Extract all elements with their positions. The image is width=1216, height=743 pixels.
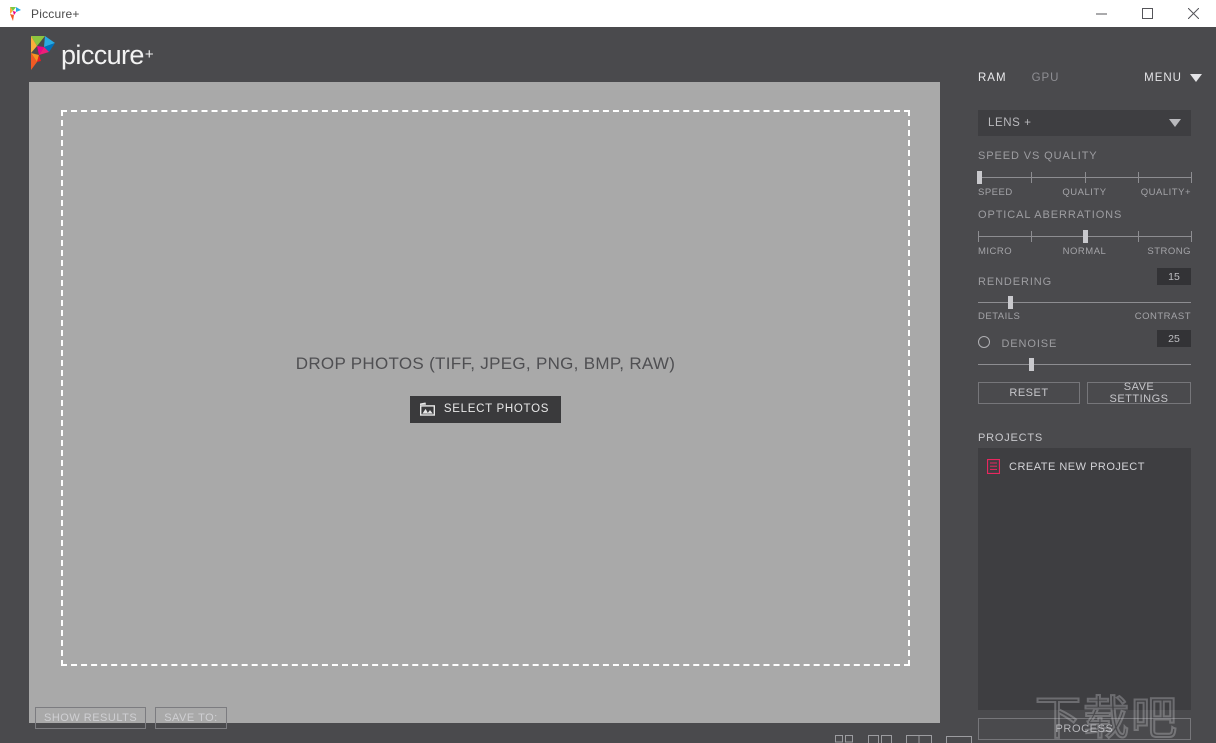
slider-knob[interactable] <box>1007 296 1013 309</box>
projects-list: CREATE NEW PROJECT <box>978 448 1191 710</box>
save-to-button[interactable]: SAVE TO: <box>155 707 227 729</box>
slider-knob[interactable] <box>1082 230 1088 243</box>
denoise-group: DENOISE 25 <box>978 330 1191 371</box>
save-settings-button[interactable]: SAVE SETTINGS <box>1087 381 1191 405</box>
piccure-application-window: Piccure+ piccure + DROP PHOTOS (TIFF, JP… <box>0 0 1216 743</box>
speed-vs-quality-ticks: SPEED QUALITY QUALITY+ <box>978 187 1191 199</box>
slider-tick <box>1137 172 1139 183</box>
new-project-icon <box>987 459 1000 474</box>
tick-label: QUALITY+ <box>1140 187 1191 198</box>
chevron-down-icon <box>1169 119 1181 127</box>
menu-label: MENU <box>1144 72 1182 84</box>
speed-vs-quality-slider[interactable] <box>977 171 1192 184</box>
rendering-endpoints: DETAILS CONTRAST <box>978 311 1191 323</box>
canvas-bottom-toolbar: SHOW RESULTS SAVE TO: <box>35 707 227 729</box>
tab-gpu[interactable]: GPU <box>1032 72 1060 84</box>
menu-button[interactable]: MENU <box>1144 72 1208 84</box>
minimize-button[interactable] <box>1078 1 1124 27</box>
denoise-slider[interactable] <box>978 358 1191 371</box>
slider-tick <box>1031 172 1033 183</box>
lens-dropdown[interactable]: LENS + <box>978 110 1191 136</box>
piccure-logo-icon <box>28 35 58 71</box>
slider-knob[interactable] <box>977 171 982 184</box>
tab-ram[interactable]: RAM <box>978 72 1007 84</box>
lens-dropdown-value: LENS + <box>988 117 1032 129</box>
tick-label: QUALITY <box>1062 187 1107 198</box>
rendering-group: RENDERING 15 DETAILS CONTRAST <box>978 268 1191 323</box>
slider-tick <box>1084 172 1086 183</box>
window-titlebar: Piccure+ <box>0 0 1216 28</box>
slider-tick <box>1191 231 1192 242</box>
optical-aberrations-group: OPTICAL ABERRATIONS MICRO NORMAL STRONG <box>978 209 1192 258</box>
brand-name: piccure <box>61 40 144 70</box>
slider-tick <box>1137 231 1139 242</box>
photo-picker-icon <box>419 402 436 417</box>
projects-title: PROJECTS <box>978 432 1044 444</box>
optical-aberrations-slider[interactable] <box>978 230 1192 243</box>
settings-actions: RESET SAVE SETTINGS <box>978 381 1191 405</box>
speed-vs-quality-title: SPEED VS QUALITY <box>978 150 1098 162</box>
brand-superscript: + <box>144 46 154 63</box>
settings-panel: RAM GPU MENU LENS + SPEED VS QUALITY SPE… <box>970 54 1216 743</box>
reset-button[interactable]: RESET <box>978 382 1080 404</box>
denoise-toggle[interactable] <box>978 336 990 348</box>
slider-tick <box>978 231 979 242</box>
denoise-title: DENOISE <box>1001 338 1058 350</box>
panel-header: RAM GPU MENU <box>978 72 1208 84</box>
split-view-icon[interactable] <box>906 735 932 743</box>
rendering-title: RENDERING <box>978 276 1053 288</box>
view-mode-switcher <box>835 735 972 743</box>
slider-tick <box>1031 231 1033 242</box>
brand-logo: piccure + <box>28 35 154 71</box>
tick-label: DETAILS <box>978 311 1021 322</box>
tick-label: SPEED <box>978 187 1013 198</box>
rendering-slider[interactable] <box>978 296 1191 309</box>
dropzone-instruction: DROP PHOTOS (TIFF, JPEG, PNG, BMP, RAW) <box>295 353 676 373</box>
photo-canvas: DROP PHOTOS (TIFF, JPEG, PNG, BMP, RAW) … <box>29 82 940 723</box>
optical-aberrations-title: OPTICAL ABERRATIONS <box>978 209 1123 221</box>
create-new-project-label: CREATE NEW PROJECT <box>1009 460 1145 473</box>
photo-dropzone[interactable]: DROP PHOTOS (TIFF, JPEG, PNG, BMP, RAW) … <box>61 110 910 666</box>
create-new-project-item[interactable]: CREATE NEW PROJECT <box>978 448 1191 474</box>
select-photos-label: SELECT PHOTOS <box>443 403 550 415</box>
application-body: piccure + DROP PHOTOS (TIFF, JPEG, PNG, … <box>0 27 1216 743</box>
tick-label: CONTRAST <box>1134 311 1191 322</box>
slider-knob[interactable] <box>1029 358 1035 371</box>
window-title: Piccure+ <box>31 6 80 21</box>
optical-aberrations-ticks: MICRO NORMAL STRONG <box>978 246 1191 258</box>
close-button[interactable] <box>1170 1 1216 27</box>
app-logo-icon <box>8 6 24 22</box>
tick-label: STRONG <box>1147 246 1191 257</box>
show-results-button[interactable]: SHOW RESULTS <box>35 707 147 729</box>
tick-label: NORMAL <box>1062 246 1107 257</box>
two-pane-view-icon[interactable] <box>868 735 892 743</box>
select-photos-button[interactable]: SELECT PHOTOS <box>409 395 562 423</box>
grid-view-icon[interactable] <box>835 735 854 743</box>
speed-vs-quality-group: SPEED VS QUALITY SPEED QUALITY QUALITY+ <box>977 150 1192 199</box>
rendering-value: 15 <box>1157 268 1191 285</box>
tick-label: MICRO <box>978 246 1013 257</box>
slider-track <box>978 364 1191 365</box>
denoise-value: 25 <box>1157 330 1191 347</box>
chevron-down-icon <box>1190 74 1202 82</box>
single-view-icon[interactable] <box>946 735 972 743</box>
process-button[interactable]: PROCESS <box>978 718 1191 740</box>
maximize-button[interactable] <box>1124 1 1170 27</box>
slider-tick <box>1191 172 1192 183</box>
